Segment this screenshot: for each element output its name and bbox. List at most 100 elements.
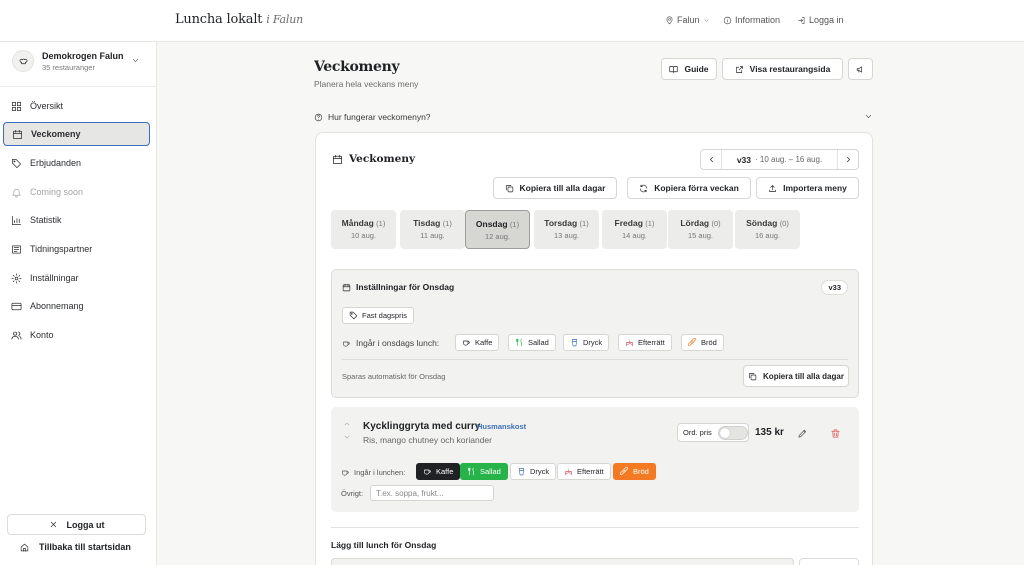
bread-icon bbox=[688, 338, 696, 346]
edit-button[interactable] bbox=[797, 428, 808, 439]
information-link[interactable]: Information bbox=[723, 15, 780, 25]
sidebar-item-oversikt[interactable]: Översikt bbox=[3, 94, 150, 118]
day-tab-lordag[interactable]: Lördag (0) 15 aug. bbox=[668, 210, 733, 249]
other-label: Övrigt: bbox=[341, 489, 364, 498]
view-restaurant-label: Visa restaurangsida bbox=[749, 64, 831, 74]
settings-title: Inställningar för Onsdag bbox=[342, 282, 454, 292]
copy-icon bbox=[505, 184, 513, 192]
sidebar-item-tidningspartner[interactable]: Tidningspartner bbox=[3, 237, 150, 261]
external-link-icon bbox=[735, 65, 743, 73]
day-tab-torsdag[interactable]: Torsdag (1) 13 aug. bbox=[534, 210, 599, 249]
import-menu-button[interactable]: Importera meny bbox=[756, 177, 859, 199]
sidebar: Demokrogen Falun 35 restauranger Översik… bbox=[0, 42, 157, 565]
city-label: Falun bbox=[677, 15, 700, 25]
guide-button[interactable]: Guide bbox=[661, 58, 717, 80]
includes-label: Ingår i onsdags lunch: bbox=[342, 338, 439, 348]
day-tab-mandag[interactable]: Måndag (1) 10 aug. bbox=[331, 210, 396, 249]
organization-name: Demokrogen Falun bbox=[42, 51, 124, 61]
how-it-works-label: Hur fungerar veckomenyn? bbox=[328, 112, 431, 122]
guide-label: Guide bbox=[684, 64, 709, 74]
copy-prev-label: Kopiera förra veckan bbox=[654, 183, 739, 193]
card-title: Veckomeny bbox=[332, 153, 415, 165]
day-tab-sondag[interactable]: Söndag (0) 16 aug. bbox=[735, 210, 800, 249]
upload-icon bbox=[769, 184, 776, 192]
copy-settings-to-all-days-button[interactable]: Kopiera till alla dagar bbox=[743, 365, 849, 387]
chevron-down-icon bbox=[865, 115, 872, 118]
ordinary-price-toggle[interactable]: Ord. pris bbox=[677, 423, 749, 442]
sidebar-item-label: Abonnemang bbox=[30, 301, 84, 311]
sidebar-item-label: Konto bbox=[30, 330, 54, 340]
include-brod-toggle[interactable]: Bröd bbox=[681, 334, 724, 351]
bread-icon bbox=[620, 467, 628, 475]
item-include-brod[interactable]: Bröd bbox=[613, 463, 656, 480]
calendar-icon bbox=[342, 283, 351, 291]
view-restaurant-page-button[interactable]: Visa restaurangsida bbox=[722, 58, 843, 80]
cup-icon bbox=[518, 468, 525, 476]
newspaper-icon bbox=[12, 244, 21, 254]
organization-count: 35 restauranger bbox=[42, 63, 95, 72]
sidebar-item-label: Coming soon bbox=[30, 187, 84, 197]
lunch-item-price: 135 kr bbox=[755, 427, 784, 438]
chevron-right-icon bbox=[846, 156, 850, 163]
sidebar-item-label: Översikt bbox=[30, 101, 64, 111]
move-down-icon[interactable] bbox=[343, 433, 351, 441]
item-includes-label: Ingår i lunchen: bbox=[341, 468, 405, 477]
home-icon bbox=[20, 543, 29, 551]
other-input[interactable] bbox=[370, 485, 494, 501]
logout-label: Logga ut bbox=[66, 519, 105, 530]
sidebar-item-installningar[interactable]: Inställningar bbox=[3, 266, 150, 290]
city-selector[interactable]: Falun bbox=[665, 15, 710, 25]
coffee-icon bbox=[343, 341, 350, 346]
previous-week-button[interactable] bbox=[701, 150, 721, 169]
brand-logo[interactable]: Luncha lokalt i Falun bbox=[175, 12, 303, 27]
how-it-works-accordion[interactable]: Hur fungerar veckomenyn? bbox=[314, 110, 873, 124]
close-icon bbox=[50, 521, 56, 528]
item-include-sallad[interactable]: Sallad bbox=[460, 463, 508, 480]
week-navigator: v33 · 10 aug. – 16 aug. bbox=[700, 149, 859, 170]
day-tab-onsdag[interactable]: Onsdag (1) 12 aug. bbox=[465, 210, 530, 249]
day-tab-tisdag[interactable]: Tisdag (1) 11 aug. bbox=[400, 210, 465, 249]
calendar-icon bbox=[13, 129, 22, 139]
sidebar-item-statistik[interactable]: Statistik bbox=[3, 208, 150, 232]
sidebar-item-erbjudanden[interactable]: Erbjudanden bbox=[3, 151, 150, 175]
announcement-button[interactable] bbox=[848, 58, 873, 80]
tag-icon bbox=[12, 158, 21, 168]
copy-icon bbox=[749, 372, 757, 380]
organization-switcher[interactable]: Demokrogen Falun 35 restauranger bbox=[0, 42, 156, 87]
include-kaffe-toggle[interactable]: Kaffe bbox=[455, 334, 500, 351]
logout-button[interactable]: Logga ut bbox=[7, 514, 146, 535]
lunch-item-name: Kycklinggryta med curry bbox=[363, 421, 481, 432]
delete-button[interactable] bbox=[830, 428, 841, 439]
top-bar: Luncha lokalt i Falun Falun Information … bbox=[0, 0, 1024, 42]
trash-icon bbox=[831, 429, 840, 438]
add-lunch-input[interactable] bbox=[331, 558, 794, 565]
reorder-controls bbox=[343, 420, 351, 441]
next-week-button[interactable] bbox=[838, 150, 858, 169]
add-lunch-button[interactable] bbox=[799, 558, 859, 565]
copy-to-all-days-button[interactable]: Kopiera till alla dagar bbox=[493, 177, 617, 199]
sidebar-item-veckomeny[interactable]: Veckomeny bbox=[3, 122, 150, 146]
users-icon bbox=[11, 331, 22, 340]
item-include-dryck[interactable]: Dryck bbox=[510, 463, 557, 480]
fixed-price-toggle[interactable]: Fast dagspris bbox=[342, 307, 415, 324]
login-label: Logga in bbox=[809, 15, 844, 25]
sidebar-item-konto[interactable]: Konto bbox=[3, 323, 150, 347]
item-include-kaffe[interactable]: Kaffe bbox=[416, 463, 461, 480]
include-efterratt-toggle[interactable]: Efterrätt bbox=[618, 334, 672, 351]
book-icon bbox=[669, 65, 679, 73]
bell-icon bbox=[12, 188, 21, 197]
item-include-efterratt[interactable]: Efterrätt bbox=[557, 463, 611, 480]
coffee-icon bbox=[342, 470, 349, 476]
sidebar-item-abonnemang[interactable]: Abonnemang bbox=[3, 294, 150, 318]
day-tab-fredag[interactable]: Fredag (1) 14 aug. bbox=[602, 210, 667, 249]
page-title: Veckomeny bbox=[314, 59, 400, 75]
login-link[interactable]: Logga in bbox=[797, 15, 844, 25]
add-lunch-title: Lägg till lunch för Onsdag bbox=[331, 540, 437, 550]
include-dryck-toggle[interactable]: Dryck bbox=[563, 334, 610, 351]
include-sallad-toggle[interactable]: Sallad bbox=[508, 334, 556, 351]
copy-previous-week-button[interactable]: Kopiera förra veckan bbox=[627, 177, 751, 199]
grid-icon bbox=[12, 101, 21, 111]
move-up-icon[interactable] bbox=[343, 420, 351, 428]
toggle-switch[interactable] bbox=[717, 425, 748, 440]
back-to-home-link[interactable]: Tillbaka till startsidan bbox=[20, 542, 131, 552]
